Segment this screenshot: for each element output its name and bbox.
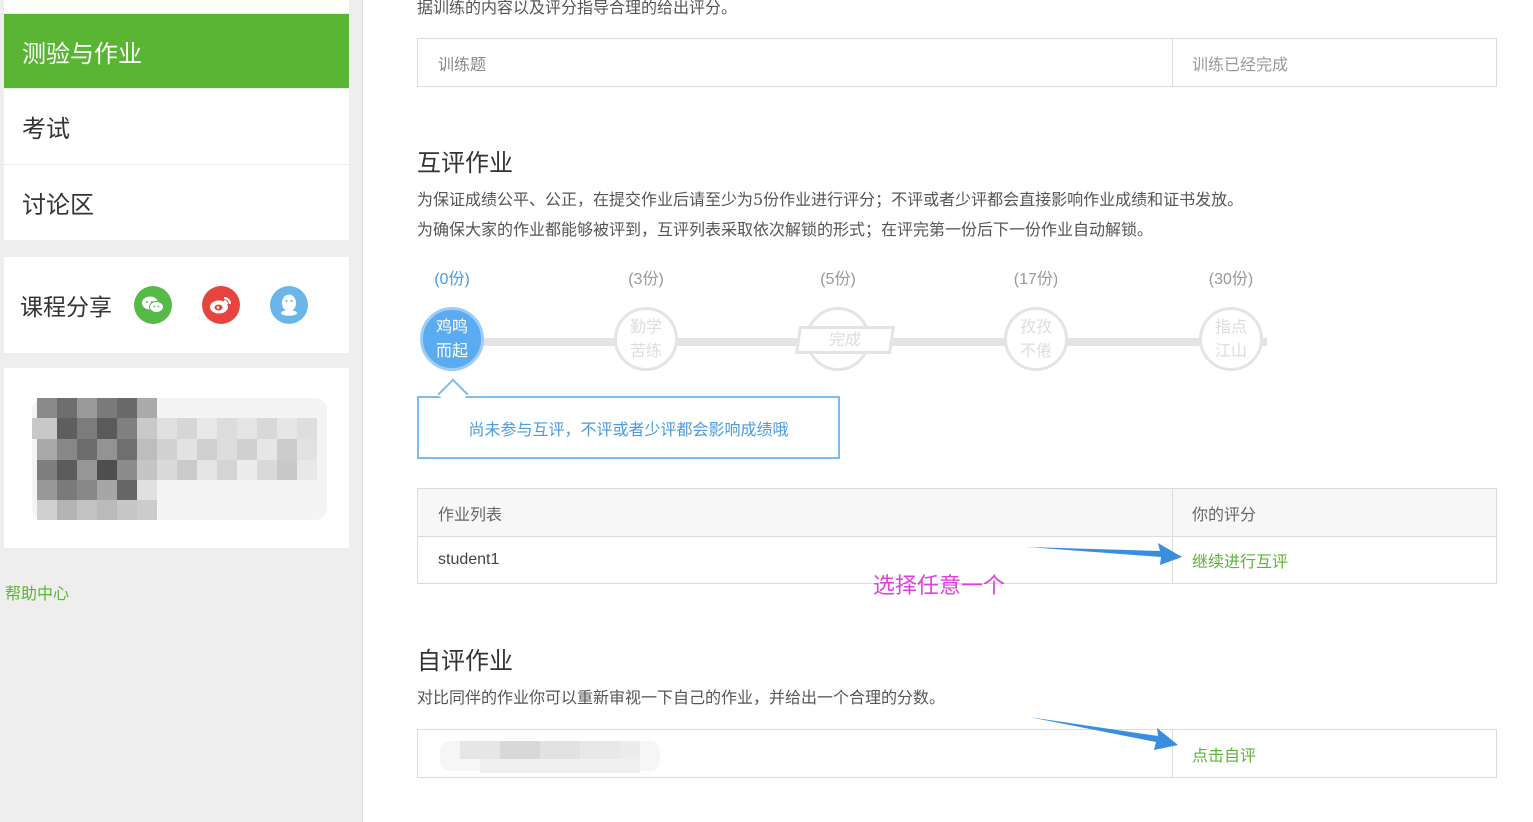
step-label-done: 完成 — [795, 326, 895, 354]
step-badge-circle: 完成 — [795, 307, 895, 371]
help-center-link[interactable]: 帮助中心 — [5, 580, 69, 604]
step-label-line1: 指点 — [1214, 317, 1247, 336]
step-label-line2: 苦练 — [629, 341, 662, 360]
blurred-assignment-name — [440, 741, 660, 773]
course-nav: 测验与作业 考试 讨论区 — [4, 0, 349, 241]
table-header-row: 作业列表 你的评分 — [418, 489, 1496, 536]
step-label-line2: 江山 — [1214, 341, 1247, 360]
training-title: 训练题 — [418, 39, 1173, 86]
peer-review-desc-line1: 为保证成绩公平、公正，在提交作业后请至少为5份作业进行评分；不评或者少评都会直接… — [417, 190, 1244, 209]
step-badge-circle: 指点 江山 — [1199, 307, 1263, 371]
progress-step-2: (3份) 勤学苦练 — [611, 265, 681, 371]
self-review-description: 对比同伴的作业你可以重新审视一下自己的作业，并给出一个合理的分数。 — [417, 688, 946, 707]
step-label-line1: 勤学 — [629, 317, 662, 336]
peer-review-desc-line2: 为确保大家的作业都能够被评到，互评列表采取依次解锁的形式；在评完第一份后下一份作… — [417, 220, 1154, 239]
step-label-line1: 孜孜 — [1019, 317, 1052, 336]
step-label-line2: 不倦 — [1019, 341, 1052, 360]
step-count: (30份) — [1208, 271, 1254, 288]
weibo-icon[interactable] — [202, 286, 240, 324]
step-label-line2: 而起 — [435, 341, 468, 360]
wechat-icon[interactable] — [134, 286, 172, 324]
nav-item-exam[interactable]: 考试 — [4, 89, 349, 165]
peer-review-title: 互评作业 — [417, 149, 513, 177]
self-review-title: 自评作业 — [417, 647, 513, 675]
header-your-score: 你的评分 — [1192, 504, 1257, 524]
step-badge-circle: 孜孜 不倦 — [1004, 307, 1068, 371]
nav-item-discussion[interactable]: 讨论区 — [4, 165, 349, 241]
training-table: 训练题 训练已经完成 — [417, 38, 1497, 87]
header-assignment-list: 作业列表 — [418, 489, 1173, 536]
blurred-avatar-image — [32, 398, 327, 520]
step-count: (17份) — [1013, 271, 1059, 288]
training-description: 据训练的内容以及评分指导合理的给出评分。 — [417, 0, 738, 17]
step-count: (0份) — [434, 271, 470, 288]
step-count: (3份) — [628, 271, 664, 288]
step-badge-circle: 勤学 苦练 — [614, 307, 678, 371]
progress-step-4: (17份) 孜孜不倦 — [1001, 265, 1071, 371]
progress-step-3: (5份) 完成 — [795, 265, 895, 371]
profile-card — [4, 368, 349, 548]
step-count: (5份) — [820, 271, 856, 288]
continue-peer-review-link[interactable]: 继续进行互评 — [1173, 537, 1496, 583]
training-status: 训练已经完成 — [1192, 54, 1289, 74]
step-badge-circle: 鸡鸣 而起 — [420, 307, 484, 371]
table-row: 训练题 训练已经完成 — [418, 39, 1496, 86]
peer-review-tip: 尚未参与互评，不评或者少评都会影响成绩哦 — [417, 396, 840, 459]
course-share-card: 课程分享 — [4, 257, 349, 353]
progress-step-5: (30份) 指点江山 — [1196, 265, 1266, 371]
peer-review-progress: (0份) 鸡鸣而起 (3份) 勤学苦练 (5份) 完成 (17份) 孜孜不倦 (… — [417, 265, 1277, 385]
nav-item-quiz-homework[interactable]: 测验与作业 — [4, 14, 349, 89]
annotation-text: 选择任意一个 — [873, 574, 1006, 599]
qq-icon[interactable] — [270, 286, 308, 324]
student-name: student1 — [418, 537, 1173, 583]
self-review-link[interactable]: 点击自评 — [1173, 730, 1496, 777]
share-label: 课程分享 — [20, 295, 112, 321]
nav-top-strip — [4, 0, 349, 14]
step-label-line1: 鸡鸣 — [435, 317, 468, 336]
progress-step-1: (0份) 鸡鸣而起 — [417, 265, 487, 371]
sidebar: 测验与作业 考试 讨论区 课程分享 帮助中心 — [0, 0, 363, 822]
